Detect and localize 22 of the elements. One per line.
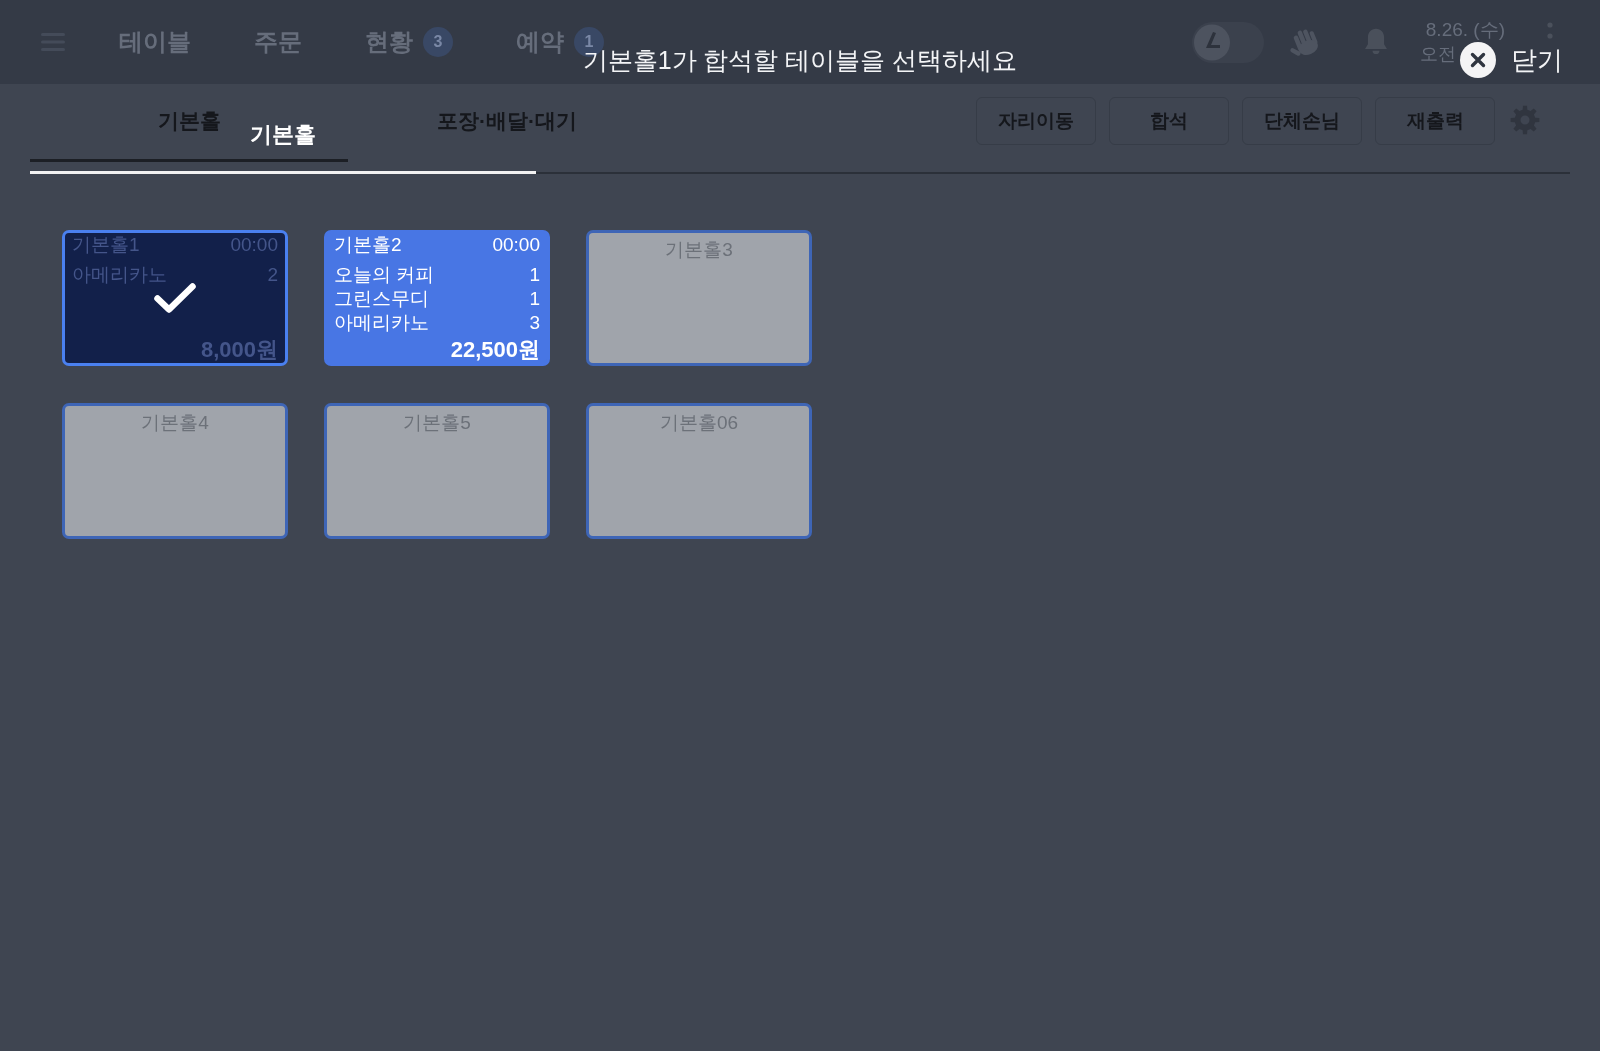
count-badge: 3 (423, 27, 453, 57)
close-button[interactable]: 닫기 (1460, 42, 1563, 78)
item-quantity: 2 (267, 263, 278, 287)
table-total: 8,000원 (200, 337, 278, 363)
table-total: 22,500원 (450, 337, 540, 363)
tab[interactable]: 기본홀 (250, 122, 316, 148)
close-icon (1460, 42, 1496, 78)
table-card[interactable]: 기본홀1 00:00 아메리카노 2 8,000원 (62, 230, 288, 366)
table-name: 기본홀2 (334, 233, 402, 257)
table-card[interactable]: 기본홀2 00:00 오늘의 커피 1 그린스무디 1 아메리카노 3 22,500원 (324, 230, 550, 366)
item-quantity: 3 (529, 311, 540, 335)
check-icon (154, 283, 196, 313)
menu-item-name: 그린스무디 (334, 287, 429, 311)
table-time: 00:00 (492, 233, 540, 257)
menu-item-name: 아메리카노 (334, 311, 429, 335)
table-time: 00:00 (230, 233, 278, 257)
toggle-switch[interactable] (1191, 21, 1264, 63)
table-name: 기본홀1 (72, 233, 140, 257)
item-quantity: 1 (529, 287, 540, 311)
item-quantity: 1 (529, 263, 540, 287)
menu-item-name: 오늘의 커피 (334, 263, 435, 287)
menu-item-name: 아메리카노 (72, 263, 167, 287)
